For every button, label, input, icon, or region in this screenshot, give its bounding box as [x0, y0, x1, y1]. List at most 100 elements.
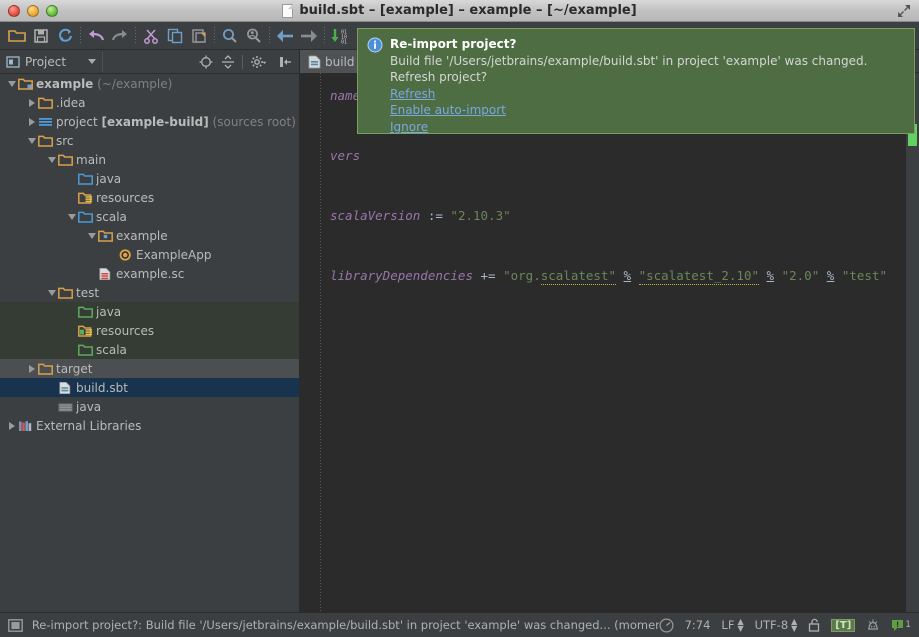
folder-icon: [37, 134, 53, 148]
chevron-down-icon[interactable]: [6, 78, 17, 89]
notification-message-line1: Build file '/Users/jetbrains/example/bui…: [390, 53, 868, 68]
open-folder-icon[interactable]: [5, 24, 29, 48]
scala-object-icon: [117, 248, 133, 262]
sync-refresh-icon[interactable]: [53, 24, 77, 48]
tree-node-scala[interactable]: scala: [0, 207, 299, 226]
svg-text:01: 01: [341, 39, 347, 44]
redo-icon[interactable]: [108, 24, 132, 48]
chevron-updown-icon: ▲ ▼: [737, 617, 744, 633]
project-view-selector[interactable]: Project: [0, 55, 66, 69]
tree-node-project[interactable]: project [example-build] (sources root): [0, 112, 299, 131]
encoding-label: UTF-8: [754, 618, 789, 632]
tree-node-exampleapp[interactable]: ExampleApp: [0, 245, 299, 264]
tree-node-external-libraries[interactable]: External Libraries: [0, 416, 299, 435]
caret-position[interactable]: 7:74: [685, 618, 711, 632]
cut-icon[interactable]: [139, 24, 163, 48]
toggle-toolbars-icon[interactable]: [7, 618, 24, 632]
folder-icon: [37, 96, 53, 110]
fullscreen-icon[interactable]: [896, 3, 912, 19]
error-notification-icon[interactable]: 1: [891, 619, 911, 632]
project-view-icon: [6, 55, 20, 68]
chevron-down-icon[interactable]: [66, 211, 77, 222]
tree-node-label: build.sbt: [76, 380, 128, 395]
chevron-down-icon[interactable]: [46, 154, 57, 165]
toolbar-separator: [324, 26, 325, 45]
hector-inspector-icon[interactable]: [866, 618, 880, 633]
intellij-window: build.sbt – [example] – example – [~/exa…: [0, 0, 919, 637]
find-icon[interactable]: [218, 24, 242, 48]
undo-icon[interactable]: [84, 24, 108, 48]
find-replace-icon[interactable]: [242, 24, 266, 48]
project-panel-title: Project: [25, 54, 67, 69]
code-line: scalaVersion := "2.10.3": [330, 208, 511, 223]
copy-icon[interactable]: [163, 24, 187, 48]
status-message[interactable]: Re-import project?: Build file '/Users/j…: [32, 618, 659, 632]
settings-gear-icon[interactable]: [247, 52, 273, 72]
code-editor[interactable]: name vers scalaVersion := "2.10.3" libra…: [300, 73, 919, 612]
forward-arrow-icon[interactable]: [297, 24, 321, 48]
tree-node-example[interactable]: example: [0, 226, 299, 245]
unlocked-icon[interactable]: [808, 618, 820, 632]
minimize-button[interactable]: [27, 4, 39, 17]
chevron-right-icon[interactable]: [26, 116, 37, 127]
tree-node-label: target: [56, 361, 93, 376]
tree-node-label: java: [76, 399, 102, 414]
window-title-text: build.sbt – [example] – example – [~/exa…: [299, 3, 637, 18]
gutter-divider: [320, 73, 321, 612]
chevron-down-icon[interactable]: [88, 59, 97, 64]
reimport-notification[interactable]: Re-import project? Build file '/Users/je…: [357, 28, 915, 134]
project-tree[interactable]: example (~/example) .idea project [example…: [0, 74, 299, 612]
collapse-all-icon[interactable]: [218, 52, 238, 72]
tree-node-example[interactable]: example (~/example): [0, 74, 299, 93]
folder-icon: [57, 153, 73, 167]
window-title: build.sbt – [example] – example – [~/exa…: [0, 3, 919, 18]
scala-script-icon: [97, 267, 113, 281]
source-folder-icon: [77, 172, 93, 186]
tree-node-java[interactable]: java: [0, 302, 299, 321]
tree-node-main[interactable]: main: [0, 150, 299, 169]
chevron-updown-icon: ▲ ▼: [791, 617, 798, 633]
tree-node-src[interactable]: src: [0, 131, 299, 150]
save-all-icon[interactable]: [29, 24, 53, 48]
chevron-down-icon[interactable]: [86, 230, 97, 241]
hide-panel-icon[interactable]: [275, 52, 295, 72]
background-tasks-icon[interactable]: [659, 617, 674, 633]
tree-node-example-sc[interactable]: example.sc: [0, 264, 299, 283]
tree-node-build-sbt[interactable]: build.sbt: [0, 378, 299, 397]
tree-node-target[interactable]: target: [0, 359, 299, 378]
marker-strip[interactable]: [906, 73, 919, 612]
tree-node-test[interactable]: test: [0, 283, 299, 302]
tree-node--idea[interactable]: .idea: [0, 93, 299, 112]
zoom-button[interactable]: [46, 4, 58, 17]
folder-icon: [57, 286, 73, 300]
paste-icon[interactable]: [187, 24, 211, 48]
chevron-right-icon[interactable]: [26, 97, 37, 108]
chevron-down-icon[interactable]: [46, 287, 57, 298]
encoding-selector[interactable]: UTF-8 ▲ ▼: [754, 617, 798, 633]
ignore-link[interactable]: Ignore: [390, 119, 428, 136]
line-separator-selector[interactable]: LF ▲ ▼: [721, 617, 744, 633]
update-project-icon[interactable]: 01 10 01: [328, 24, 358, 48]
tree-node-resources[interactable]: resources: [0, 321, 299, 340]
transparency-badge[interactable]: [T]: [831, 618, 856, 632]
close-button[interactable]: [8, 4, 20, 17]
chevron-down-icon[interactable]: [26, 135, 37, 146]
status-bar-right: 7:74 LF ▲ ▼ UTF-8 ▲ ▼ [T] 1: [659, 618, 919, 633]
tools-divider: [242, 54, 243, 69]
enable-auto-import-link[interactable]: Enable auto-import: [390, 102, 506, 119]
tree-node-java[interactable]: java: [0, 397, 299, 416]
refresh-link[interactable]: Refresh: [390, 86, 435, 103]
code-line: libraryDependencies += "org.scalatest" %…: [330, 268, 887, 285]
scroll-to-source-icon[interactable]: [196, 52, 216, 72]
tree-node-scala[interactable]: scala: [0, 340, 299, 359]
chevron-right-icon[interactable]: [6, 420, 17, 431]
toolbar-separator: [269, 26, 270, 45]
package-folder-icon: [97, 229, 113, 243]
back-arrow-icon[interactable]: [273, 24, 297, 48]
tree-node-java[interactable]: java: [0, 169, 299, 188]
chevron-right-icon[interactable]: [26, 363, 37, 374]
tree-node-resources[interactable]: resources: [0, 188, 299, 207]
editor-tab-build-sbt[interactable]: build: [300, 50, 364, 73]
